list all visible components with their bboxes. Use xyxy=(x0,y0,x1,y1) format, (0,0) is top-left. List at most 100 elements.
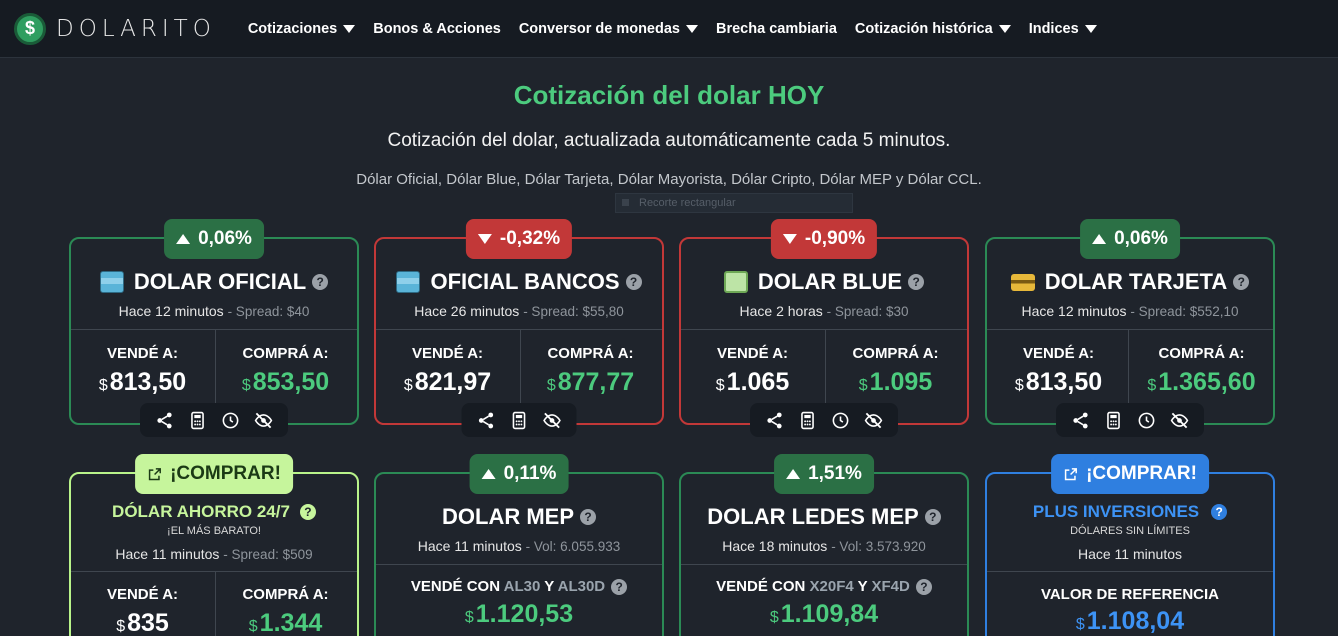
price-value: 1.120,53 xyxy=(475,600,574,628)
bond-a[interactable]: AL30 xyxy=(504,578,541,595)
nav-indices[interactable]: Indices xyxy=(1029,21,1097,37)
calculator-icon[interactable] xyxy=(503,408,536,432)
card-oficial-bancos[interactable]: -0,32% OFICIAL BANCOS? Hace 26 minutos -… xyxy=(374,219,664,437)
nav-bonos-acciones[interactable]: Bonos & Acciones xyxy=(373,21,501,37)
buy-price: $1.365,60 xyxy=(1130,368,1273,397)
nav-bonos-label: Bonos & Acciones xyxy=(373,20,501,37)
card-dolar-ahorro[interactable]: ¡COMPRAR! DÓLAR AHORRO 24/7? ¡EL MÁS BAR… xyxy=(69,454,359,636)
buy-now-badge[interactable]: ¡COMPRAR! xyxy=(1051,454,1209,494)
divider xyxy=(71,329,357,330)
sell-value: 813,50 xyxy=(109,368,187,396)
help-icon[interactable]: ? xyxy=(1211,504,1228,520)
help-icon[interactable]: ? xyxy=(915,579,932,595)
card-dolar-tarjeta[interactable]: 0,06% DOLAR TARJETA? Hace 12 minutos - S… xyxy=(985,219,1275,437)
card-actions xyxy=(140,403,288,437)
nav-historica-label: Cotización histórica xyxy=(854,20,993,37)
sell-with-label: VENDÉ CON X20F4 Y XF4D? xyxy=(681,578,967,595)
reference-price: $1.108,04 xyxy=(987,607,1273,636)
calculator-icon[interactable] xyxy=(791,408,824,432)
card-title: PLUS INVERSIONES? xyxy=(987,502,1273,522)
help-icon[interactable]: ? xyxy=(580,509,596,525)
bond-b[interactable]: XF4D xyxy=(872,578,910,595)
card-dolar-ledes-mep[interactable]: 1,51% DOLAR LEDES MEP? Hace 18 minutos -… xyxy=(679,454,969,636)
credit-card-icon xyxy=(1010,273,1035,291)
bond-a[interactable]: X20F4 xyxy=(810,578,854,595)
hide-eye-icon[interactable] xyxy=(536,408,569,432)
card-actions xyxy=(750,403,898,437)
hide-eye-icon[interactable] xyxy=(1163,408,1196,432)
volume-info: - Vol: 3.573.920 xyxy=(831,539,926,554)
calculator-icon[interactable] xyxy=(1097,408,1130,432)
sell-column: VENDÉ A: $821,97 xyxy=(376,345,519,397)
sell-value: 1.065 xyxy=(726,368,790,396)
sell-column: VENDÉ A: $1.065 xyxy=(681,345,824,397)
history-clock-icon[interactable] xyxy=(1130,408,1163,432)
card-dolar-mep[interactable]: 0,11% DOLAR MEP? Hace 11 minutos - Vol: … xyxy=(374,454,664,636)
brand-logo[interactable]: $ DOLARITO xyxy=(14,12,216,45)
divider xyxy=(987,571,1273,572)
calculator-icon[interactable] xyxy=(181,408,214,432)
joiner: Y xyxy=(857,578,868,595)
snip-overlay: Recorte rectangular xyxy=(615,193,853,213)
nav-brecha[interactable]: Brecha cambiaria xyxy=(716,21,837,37)
help-icon[interactable]: ? xyxy=(312,274,329,290)
help-icon[interactable]: ? xyxy=(625,274,642,290)
updated-time: Hace 12 minutos xyxy=(118,303,224,319)
sell-column: VENDÉ A: $835 xyxy=(71,586,214,636)
arrow-up-icon xyxy=(786,469,801,479)
updated-time: Hace 12 minutos xyxy=(1021,303,1127,319)
help-icon[interactable]: ? xyxy=(1233,274,1250,290)
nav-historica[interactable]: Cotización histórica xyxy=(855,21,1011,37)
currency-symbol: $ xyxy=(116,618,126,635)
bond-b[interactable]: AL30D xyxy=(558,578,606,595)
help-icon[interactable]: ? xyxy=(611,579,628,595)
update-info: Hace 2 horas - Spread: $30 xyxy=(681,303,967,319)
card-title-text: OFICIAL BANCOS xyxy=(430,269,620,294)
volume-info: - Vol: 6.055.933 xyxy=(525,539,621,554)
share-icon[interactable] xyxy=(470,408,503,432)
sell-label: VENDÉ A: xyxy=(411,345,484,362)
buy-price: $1.095 xyxy=(824,368,967,397)
caret-down-icon xyxy=(343,24,356,33)
currency-symbol: $ xyxy=(715,377,725,394)
spread-info: - Spread: $552,10 xyxy=(1130,304,1239,319)
divider xyxy=(71,571,357,572)
price-value: 1.109,84 xyxy=(780,600,879,628)
currency-symbol: $ xyxy=(403,377,413,394)
buy-price: $853,50 xyxy=(214,368,357,397)
sell-with-label: VENDÉ CON AL30 Y AL30D? xyxy=(376,578,662,595)
help-icon[interactable]: ? xyxy=(924,509,941,525)
hide-eye-icon[interactable] xyxy=(247,408,280,432)
help-icon[interactable]: ? xyxy=(908,274,925,290)
nav-conversor[interactable]: Conversor de monedas xyxy=(519,21,698,37)
reference-label: VALOR DE REFERENCIA xyxy=(1040,586,1220,603)
card-title-text: DÓLAR AHORRO 24/7 xyxy=(112,502,290,521)
page-title: Cotización del dolar HOY xyxy=(513,80,825,110)
sell-price: $1.065 xyxy=(681,368,824,397)
update-info: Hace 11 minutos xyxy=(987,546,1273,562)
history-clock-icon[interactable] xyxy=(824,408,857,432)
share-icon[interactable] xyxy=(148,408,181,432)
hide-eye-icon[interactable] xyxy=(857,408,890,432)
sell-value: 813,50 xyxy=(1025,368,1103,396)
buy-column: COMPRÁ A: $853,50 xyxy=(214,345,357,397)
updated-time: Hace 2 horas xyxy=(739,303,823,319)
nav-cotizaciones[interactable]: Cotizaciones xyxy=(248,21,356,37)
share-icon[interactable] xyxy=(1064,408,1097,432)
sell-label: VENDÉ A: xyxy=(716,345,789,362)
external-link-icon xyxy=(147,467,162,482)
history-clock-icon[interactable] xyxy=(214,408,247,432)
currency-symbol: $ xyxy=(769,609,779,626)
sell-label: VENDÉ A: xyxy=(106,345,179,362)
top-navbar: $ DOLARITO Cotizaciones Bonos & Acciones… xyxy=(0,0,1338,58)
change-value: -0,90% xyxy=(804,228,866,249)
buy-now-badge[interactable]: ¡COMPRAR! xyxy=(135,454,293,494)
card-dolar-blue[interactable]: -0,90% DOLAR BLUE? Hace 2 horas - Spread… xyxy=(679,219,969,437)
help-icon[interactable]: ? xyxy=(299,504,316,520)
change-value: 0,06% xyxy=(198,228,252,249)
card-dolar-oficial[interactable]: 0,06% DOLAR OFICIAL? Hace 12 minutos - S… xyxy=(69,219,359,437)
card-title: DOLAR MEP? xyxy=(376,504,662,530)
share-icon[interactable] xyxy=(758,408,791,432)
change-value: 0,11% xyxy=(503,463,557,484)
card-plus-inversiones[interactable]: ¡COMPRAR! PLUS INVERSIONES? DÓLARES SIN … xyxy=(985,454,1275,636)
